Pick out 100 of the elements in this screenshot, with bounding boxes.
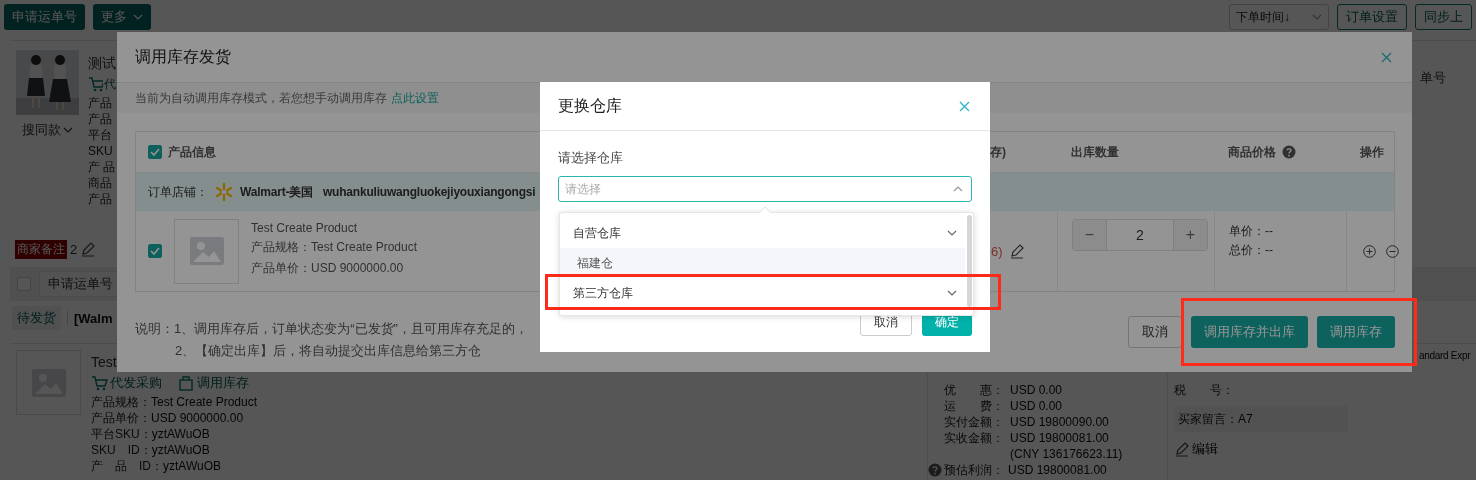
store-name: [Walm bbox=[74, 310, 113, 326]
purchase-link[interactable]: 代 bbox=[88, 73, 116, 95]
pencil-icon bbox=[80, 241, 97, 257]
toolbar-button[interactable]: 更多 bbox=[93, 4, 151, 30]
dialog-button[interactable]: 取消 bbox=[1128, 316, 1182, 348]
increment-button[interactable]: + bbox=[1174, 220, 1207, 250]
field-label: 产品 bbox=[88, 191, 112, 207]
field-value: USD 0.00 bbox=[1010, 382, 1063, 398]
column-header: 产品信息 bbox=[168, 143, 216, 161]
edit-link[interactable]: 编辑 bbox=[1174, 440, 1410, 458]
box-icon bbox=[178, 375, 195, 391]
cart-icon bbox=[88, 76, 103, 92]
field-label: 请选择仓库 bbox=[558, 149, 624, 167]
field-value: A7 bbox=[1238, 412, 1253, 426]
action-link[interactable]: 调用库存 bbox=[178, 374, 249, 392]
minus-circle-icon bbox=[1386, 244, 1399, 258]
field-label: 产品 bbox=[88, 111, 112, 127]
product-name: Test Create Product bbox=[251, 221, 359, 235]
field-label: 预估利润： bbox=[943, 462, 1005, 478]
image-placeholder bbox=[174, 218, 239, 284]
field-label: 运 费： bbox=[943, 398, 1005, 414]
product-spec: 产品规格：Test Create Product bbox=[251, 239, 418, 256]
note-count: 2 bbox=[70, 241, 78, 257]
field-label: 税 号： bbox=[1174, 382, 1235, 398]
notice-text: 当前为自动调用库存模式，若您想手动调用库存 bbox=[135, 89, 387, 107]
scrollbar[interactable] bbox=[967, 215, 972, 307]
plus-circle-icon bbox=[1363, 244, 1376, 258]
field-label: 平台 bbox=[88, 127, 112, 143]
column-header: 存) bbox=[990, 143, 1006, 161]
field-label: 产 品 ID： bbox=[91, 458, 163, 474]
option-group[interactable]: 自营仓库 bbox=[560, 218, 973, 248]
column-header: 出库数量 bbox=[1071, 143, 1119, 161]
total-price: 总价：-- bbox=[1229, 242, 1273, 259]
sort-select[interactable]: 下单时间↓ bbox=[1229, 4, 1329, 30]
caret-icon bbox=[947, 230, 957, 236]
dialog-title: 更换仓库 bbox=[558, 95, 622, 116]
field-value: yztAWuOB bbox=[151, 442, 210, 458]
field-label: 实付金额： bbox=[943, 414, 1005, 430]
dialog-button[interactable]: 调用库存并出库 bbox=[1191, 316, 1308, 348]
field-value: USD 19800090.00 bbox=[1010, 414, 1109, 430]
toolbar-button[interactable]: 订单设置 bbox=[1337, 4, 1407, 30]
product-price: 产品单价：USD 9000000.00 bbox=[251, 260, 405, 277]
option-group[interactable]: 第三方仓库 bbox=[560, 278, 973, 308]
field-value: (CNY 136176623.11) bbox=[1010, 446, 1123, 462]
action-link[interactable]: 代发采购 bbox=[91, 374, 162, 392]
column-header: 操作 bbox=[1360, 143, 1384, 161]
field-label: 平台SKU： bbox=[91, 426, 152, 442]
instruction-text: 2、【确定出库】后，将自动提交出库信息给第三方仓 bbox=[174, 342, 483, 360]
checkbox[interactable] bbox=[148, 244, 162, 258]
field-label: 产品单价： bbox=[91, 410, 151, 426]
column-header: 商品价格 bbox=[1228, 143, 1276, 161]
field-label: 优 惠： bbox=[943, 382, 1005, 398]
field-value: USD 9000000.00 bbox=[151, 410, 244, 426]
product-title: 测试 bbox=[88, 54, 116, 73]
decrement-button[interactable]: − bbox=[1073, 220, 1106, 250]
field-label: SKU bbox=[88, 143, 113, 159]
field-value: USD 19800081.00 bbox=[1010, 430, 1109, 446]
help-icon bbox=[1282, 145, 1296, 159]
warehouse-select[interactable]: 请选择 bbox=[558, 176, 972, 202]
settings-link[interactable]: 点此设置 bbox=[391, 89, 439, 107]
field-value: yztAWuOB bbox=[163, 458, 221, 474]
stock-count: 6) bbox=[991, 243, 1003, 259]
field-label: 商品 bbox=[88, 175, 112, 191]
pencil-icon bbox=[1174, 441, 1190, 457]
field-value: USD 19800081.00 bbox=[1008, 462, 1107, 478]
help-icon bbox=[928, 463, 942, 477]
store-account: wuhankuliuwangluokejiyouxiangongsi bbox=[322, 185, 536, 199]
caret-icon bbox=[947, 290, 957, 296]
shipping-method: andard Expr bbox=[1419, 350, 1472, 361]
unit-price: 单价：-- bbox=[1229, 223, 1273, 240]
dialog-button[interactable]: 调用库存 bbox=[1317, 316, 1395, 348]
field-value: Test Create Product bbox=[151, 394, 258, 410]
pencil-icon bbox=[1008, 243, 1025, 259]
field-label: 单号 bbox=[1420, 69, 1447, 87]
merchant-note-tag: 商家备注 bbox=[15, 239, 67, 259]
field-label: 产 品 bbox=[88, 159, 116, 175]
toolbar-button[interactable]: 同步上 bbox=[1415, 4, 1472, 30]
field-label: 买家留言： bbox=[1178, 410, 1238, 428]
remove-button[interactable] bbox=[1384, 244, 1401, 258]
field-label: 实收金额： bbox=[943, 430, 1005, 446]
instruction-text: 说明：1、调用库存后，订单状态变为“已发货”，且可用库存充足的， bbox=[135, 320, 528, 338]
field-label: 产品规格： bbox=[91, 394, 151, 410]
caret-icon bbox=[133, 14, 143, 20]
spark-icon bbox=[214, 182, 234, 202]
add-button[interactable] bbox=[1361, 244, 1378, 258]
cart-icon bbox=[91, 375, 108, 391]
store-platform: Walmart-美国 bbox=[240, 183, 313, 201]
caret-icon bbox=[62, 127, 73, 133]
dialog-title: 调用库存发货 bbox=[135, 46, 231, 67]
caret-icon bbox=[953, 186, 963, 192]
search-similar-link[interactable]: 搜同款 bbox=[21, 121, 73, 139]
field-value: yztAWuOB bbox=[151, 426, 210, 442]
checkbox[interactable] bbox=[148, 145, 162, 159]
product-title: Test bbox=[91, 353, 117, 372]
field-value: USD 0.00 bbox=[1010, 398, 1063, 414]
status-tag: 待发货 bbox=[12, 306, 61, 330]
field-label: 订单店铺： bbox=[148, 183, 208, 201]
toolbar-button[interactable]: 申请运单号 bbox=[4, 4, 85, 30]
field-label: SKU ID： bbox=[91, 442, 152, 458]
field-label: 产品 bbox=[88, 95, 112, 111]
